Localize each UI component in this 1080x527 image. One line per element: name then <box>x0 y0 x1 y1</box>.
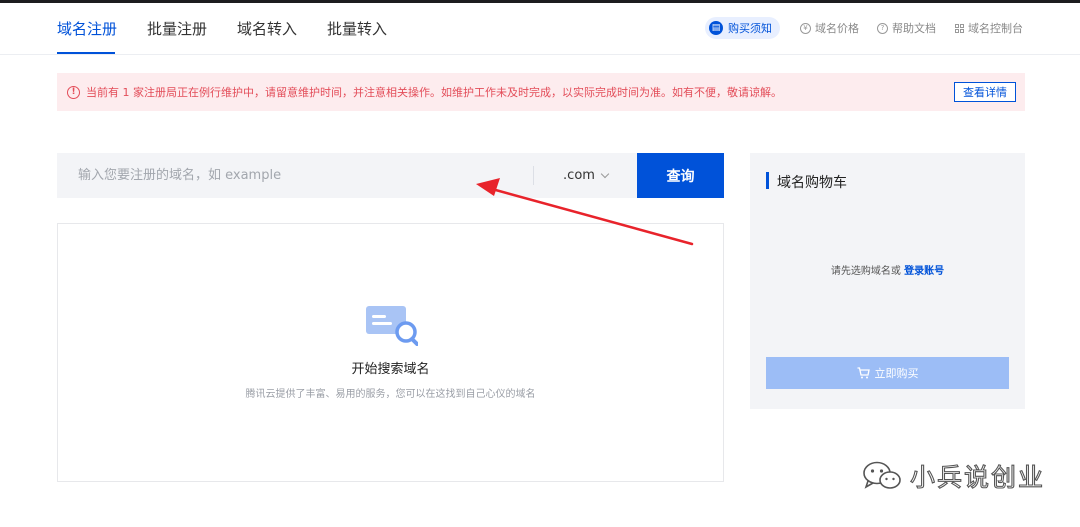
domain-console-label: 域名控制台 <box>968 22 1023 35</box>
help-icon: ? <box>877 22 888 34</box>
cart-empty-message: 请先选购域名或 登录账号 <box>750 262 1025 277</box>
watermark: 小兵说创业 <box>862 458 1045 494</box>
results-subtitle: 腾讯云提供了丰富、易用的服务，您可以在这找到自己心仪的域名 <box>245 389 536 400</box>
maintenance-notice: ! 当前有 1 家注册局正在例行维护中，请留意维护时间，并注意相关操作。如维护工… <box>57 73 1025 111</box>
shopping-cart-icon <box>857 367 870 379</box>
buy-now-button[interactable]: 立即购买 <box>766 357 1009 389</box>
grid-icon <box>955 23 964 33</box>
domain-price-label: 域名价格 <box>815 22 859 35</box>
search-button[interactable]: 查询 <box>637 153 724 198</box>
domain-console-link[interactable]: 域名控制台 <box>955 17 1023 39</box>
chevron-down-icon <box>600 169 610 178</box>
domain-search-input[interactable] <box>57 153 533 198</box>
results-title: 开始搜索域名 <box>351 362 430 377</box>
watermark-text: 小兵说创业 <box>909 462 1046 492</box>
tab-domain-transfer[interactable]: 域名转入 <box>237 18 297 39</box>
domain-suffix-select[interactable]: .com <box>534 153 637 198</box>
price-icon: ¥ <box>800 22 811 34</box>
header: 域名注册 批量注册 域名转入 批量转入 ▤ 购买须知 ¥ 域名价格 ? 帮助文档… <box>0 3 1080 55</box>
help-docs-label: 帮助文档 <box>892 22 936 35</box>
tab-batch-transfer[interactable]: 批量转入 <box>327 18 387 39</box>
purchase-notice-link[interactable]: ▤ 购买须知 <box>705 17 780 39</box>
cart-title: 域名购物车 <box>777 175 847 191</box>
document-icon: ▤ <box>709 21 723 35</box>
tab-domain-register[interactable]: 域名注册 <box>57 18 117 39</box>
domain-search-bar: .com 查询 <box>57 153 724 198</box>
domain-cart: 域名购物车 请先选购域名或 登录账号 立即购买 <box>750 153 1025 409</box>
tab-batch-register[interactable]: 批量注册 <box>147 18 207 39</box>
cart-empty-text: 请先选购域名或 <box>830 266 901 277</box>
view-details-button[interactable]: 查看详情 <box>954 82 1016 102</box>
active-tab-indicator <box>57 52 115 54</box>
warning-icon: ! <box>67 85 80 99</box>
help-docs-link[interactable]: ? 帮助文档 <box>877 17 936 39</box>
search-document-icon <box>366 306 418 346</box>
notice-message: 当前有 1 家注册局正在例行维护中，请留意维护时间，并注意相关操作。如维护工作未… <box>86 86 782 99</box>
purchase-notice-label: 购买须知 <box>728 22 772 35</box>
cart-title-accent <box>766 172 769 189</box>
login-account-link[interactable]: 登录账号 <box>904 266 944 277</box>
wechat-icon <box>863 461 901 489</box>
domain-price-link[interactable]: ¥ 域名价格 <box>800 17 859 39</box>
domain-suffix-value: .com <box>563 168 595 183</box>
search-results-panel: 开始搜索域名 腾讯云提供了丰富、易用的服务，您可以在这找到自己心仪的域名 <box>57 223 724 482</box>
buy-now-label: 立即购买 <box>874 367 919 380</box>
